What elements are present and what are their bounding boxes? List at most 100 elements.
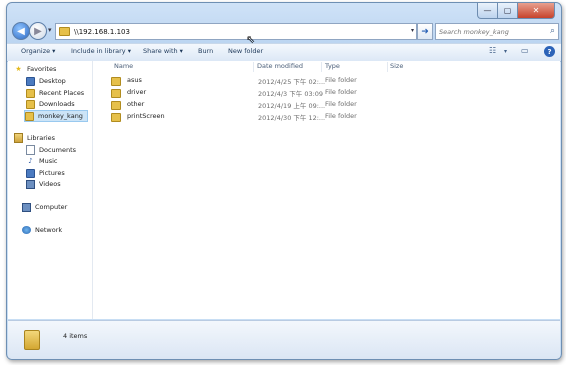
nav-favorites[interactable]: ★ Favorites <box>14 65 56 73</box>
file-type: File folder <box>325 88 357 96</box>
recent-places-icon <box>26 88 35 98</box>
nav-label: Favorites <box>27 65 57 73</box>
folder-icon <box>111 113 121 122</box>
nav-libraries[interactable]: Libraries <box>14 133 56 143</box>
file-type: File folder <box>325 112 357 120</box>
search-input[interactable] <box>439 27 543 36</box>
explorer-window: — ▢ ✕ ◀ ▶ ▾ \\192.168.1.103 ▾ ➜ ⌕ Organi… <box>6 2 562 360</box>
nav-label: Libraries <box>27 134 56 142</box>
burn-button[interactable]: Burn <box>198 47 213 55</box>
share-with-button[interactable]: Share with ▾ <box>143 47 183 55</box>
file-date: 2012/4/3 下午 03:09 <box>258 90 324 98</box>
arrow-right-icon: ➜ <box>421 26 429 37</box>
chevron-down-icon[interactable]: ▾ <box>411 27 414 34</box>
main-area: ★ Favorites Desktop Recent Places Downloa… <box>8 61 560 319</box>
file-date: 2012/4/30 下午 12:... <box>258 114 326 122</box>
recent-pages-dropdown-icon[interactable]: ▾ <box>48 26 52 34</box>
nav-downloads[interactable]: Downloads <box>26 99 75 109</box>
search-icon[interactable]: ⌕ <box>550 26 555 36</box>
folder-icon <box>111 101 121 110</box>
libraries-icon <box>14 133 23 143</box>
downloads-icon <box>26 99 35 109</box>
nav-label: Network <box>35 226 63 234</box>
column-header-name[interactable]: Name <box>114 61 133 72</box>
details-pane: 4 items <box>8 320 560 359</box>
file-row-driver[interactable]: driver 2012/4/3 下午 03:09 File folder <box>109 88 369 98</box>
file-type: File folder <box>325 100 357 108</box>
column-header-size[interactable]: Size <box>390 61 403 72</box>
chevron-down-icon[interactable]: ▾ <box>504 48 507 55</box>
file-name: printScreen <box>127 112 165 120</box>
include-in-library-button[interactable]: Include in library ▾ <box>71 47 131 55</box>
file-name: other <box>127 100 145 108</box>
command-bar: Organize ▾ Include in library ▾ Share wi… <box>7 43 561 62</box>
file-row-asus[interactable]: asus 2012/4/25 下午 02:... File folder <box>109 76 369 86</box>
file-date: 2012/4/25 下午 02:... <box>258 78 326 86</box>
address-text[interactable]: \\192.168.1.103 <box>74 28 130 36</box>
folder-icon <box>111 77 121 86</box>
file-type: File folder <box>325 76 357 84</box>
nav-label: Recent Places <box>39 89 85 97</box>
file-name: driver <box>127 88 147 96</box>
help-icon[interactable]: ? <box>544 46 555 57</box>
view-options-icon[interactable]: ☷ <box>489 46 496 55</box>
nav-music[interactable]: ♪ Music <box>26 157 58 165</box>
desktop-icon <box>26 76 35 86</box>
star-icon: ★ <box>15 65 22 73</box>
file-list: Name Date modified Type Size asus 2012/4… <box>93 61 560 319</box>
nav-label: Pictures <box>39 169 65 177</box>
go-button[interactable]: ➜ <box>417 23 433 40</box>
pictures-icon <box>26 168 35 178</box>
nav-desktop[interactable]: Desktop <box>26 76 66 86</box>
nav-label: Documents <box>39 146 77 154</box>
file-row-other[interactable]: other 2012/4/19 上午 09:... File folder <box>109 100 369 110</box>
nav-label: Downloads <box>39 100 75 108</box>
computer-icon <box>22 202 31 212</box>
preview-pane-icon[interactable]: ▭ <box>521 46 529 55</box>
window-controls: — ▢ ✕ <box>477 3 555 19</box>
close-button[interactable]: ✕ <box>518 3 555 19</box>
documents-icon <box>26 145 35 155</box>
arrow-left-icon: ◀ <box>17 25 25 37</box>
nav-label: Desktop <box>39 77 66 85</box>
minimize-button[interactable]: — <box>477 3 498 19</box>
nav-label: Videos <box>39 180 61 188</box>
file-date: 2012/4/19 上午 09:... <box>258 102 326 110</box>
address-row: ◀ ▶ ▾ \\192.168.1.103 ▾ ➜ ⌕ <box>7 21 561 43</box>
nav-label: Music <box>39 157 58 165</box>
nav-network[interactable]: Network <box>22 226 62 234</box>
network-icon <box>22 226 31 234</box>
nav-computer[interactable]: Computer <box>22 202 68 212</box>
nav-pictures[interactable]: Pictures <box>26 168 65 178</box>
column-header-date-modified[interactable]: Date modified <box>257 61 303 72</box>
column-header-type[interactable]: Type <box>325 61 340 72</box>
address-bar[interactable]: \\192.168.1.103 ▾ <box>55 23 417 40</box>
folder-icon <box>25 111 34 121</box>
videos-icon <box>26 179 35 189</box>
column-divider[interactable] <box>387 62 388 72</box>
folder-icon <box>111 89 121 98</box>
item-count: 4 items <box>63 332 88 340</box>
music-icon: ♪ <box>28 157 33 165</box>
folder-icon <box>24 330 40 350</box>
search-box[interactable]: ⌕ <box>435 23 559 40</box>
new-folder-button[interactable]: New folder <box>228 47 263 55</box>
back-button[interactable]: ◀ <box>12 22 30 40</box>
column-divider[interactable] <box>321 62 322 72</box>
nav-label: Computer <box>35 203 68 211</box>
nav-recent-places[interactable]: Recent Places <box>26 88 85 98</box>
navigation-pane: ★ Favorites Desktop Recent Places Downloa… <box>8 61 93 319</box>
organize-button[interactable]: Organize ▾ <box>21 47 55 55</box>
maximize-button[interactable]: ▢ <box>498 3 518 19</box>
folder-icon <box>59 27 70 36</box>
nav-label: monkey_kang <box>38 112 83 120</box>
nav-videos[interactable]: Videos <box>26 179 61 189</box>
nav-documents[interactable]: Documents <box>26 145 77 155</box>
mouse-cursor-icon: ⇖ <box>246 33 256 46</box>
arrow-right-icon: ▶ <box>34 25 42 37</box>
file-row-printscreen[interactable]: printScreen 2012/4/30 下午 12:... File fol… <box>109 112 369 122</box>
forward-button[interactable]: ▶ <box>29 22 47 40</box>
column-divider[interactable] <box>253 62 254 72</box>
file-name: asus <box>127 76 142 84</box>
nav-monkey-kang[interactable]: monkey_kang <box>24 110 88 122</box>
